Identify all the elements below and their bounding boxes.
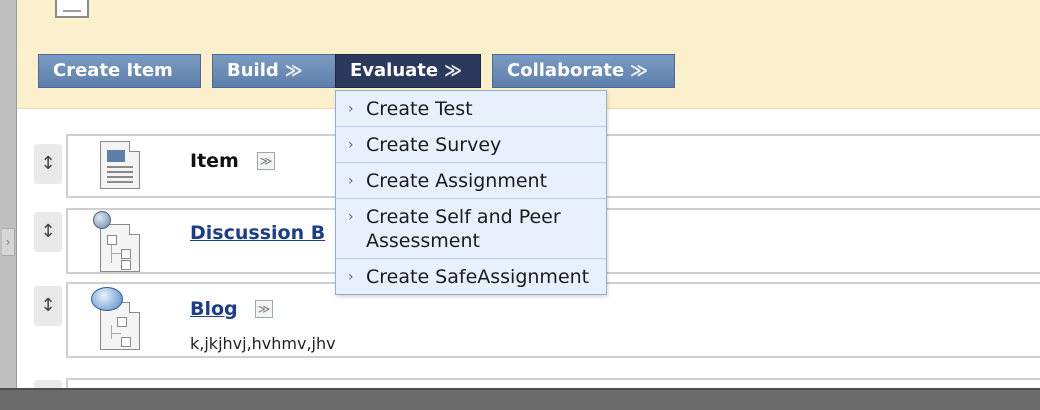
left-panel-edge: › <box>0 0 17 388</box>
menu-item-create-survey[interactable]: › Create Survey <box>336 127 606 163</box>
document-icon <box>100 141 140 189</box>
chevron-right-icon: › <box>5 235 11 249</box>
menu-item-create-test[interactable]: › Create Test <box>336 91 606 127</box>
chevron-right-icon: › <box>348 209 354 225</box>
item-options-button[interactable]: ≫ <box>255 300 273 318</box>
create-item-label: Create Item <box>53 60 173 81</box>
expand-panel-handle[interactable]: › <box>2 228 15 256</box>
create-item-button[interactable]: Create Item <box>38 54 201 88</box>
build-button[interactable]: Build ≫ <box>212 54 338 88</box>
menu-item-label: Create Assignment <box>366 170 548 192</box>
reorder-arrows-icon: ↕ <box>40 221 56 242</box>
build-label: Build <box>227 60 279 81</box>
chevron-right-icon: › <box>348 173 354 189</box>
menu-item-create-safeassignment[interactable]: › Create SafeAssignment <box>336 259 606 294</box>
evaluate-button[interactable]: Evaluate ≫ <box>335 54 481 88</box>
blog-link[interactable]: Blog <box>190 298 238 320</box>
menu-item-create-self-peer-assessment[interactable]: › Create Self and Peer Assessment <box>336 199 606 259</box>
drag-handle[interactable]: ↕ <box>34 286 62 326</box>
bottom-frame-bar <box>0 388 1040 410</box>
collaborate-label: Collaborate <box>507 60 625 81</box>
discussion-board-link[interactable]: Discussion B <box>190 222 335 244</box>
item-options-button[interactable]: ≫ <box>257 152 275 170</box>
menu-item-create-assignment[interactable]: › Create Assignment <box>336 163 606 199</box>
chevron-down-icon: ≫ <box>630 61 648 81</box>
collaborate-button[interactable]: Collaborate ≫ <box>492 54 675 88</box>
chevron-right-icon: › <box>348 137 354 153</box>
chevron-down-icon: ≫ <box>257 302 271 316</box>
menu-item-label: Create Survey <box>366 134 502 156</box>
chevron-down-icon: ≫ <box>284 61 303 81</box>
drag-handle[interactable]: ↕ <box>34 212 62 252</box>
page-icon <box>55 0 89 18</box>
evaluate-dropdown-menu: › Create Test › Create Survey › Create A… <box>335 90 607 295</box>
menu-item-label: Create SafeAssignment <box>366 266 590 288</box>
chevron-down-icon: ≫ <box>444 61 462 81</box>
content-item-title[interactable]: Item <box>190 150 239 172</box>
chevron-right-icon: › <box>348 269 354 285</box>
speech-bubble-icon <box>91 287 123 311</box>
reorder-arrows-icon: ↕ <box>40 295 56 316</box>
chevron-down-icon: ≫ <box>259 154 273 168</box>
reorder-arrows-icon: ↕ <box>40 153 56 174</box>
menu-item-label: Create Self and Peer Assessment <box>366 206 561 252</box>
drag-handle[interactable]: ↕ <box>34 144 62 184</box>
blog-description: k,jkjhvj,hvhmv,jhv <box>190 334 336 353</box>
menu-item-label: Create Test <box>366 98 473 120</box>
discussion-board-icon <box>100 224 140 272</box>
pushpin-icon <box>93 211 111 229</box>
evaluate-label: Evaluate <box>350 60 439 81</box>
chevron-right-icon: › <box>348 101 354 117</box>
